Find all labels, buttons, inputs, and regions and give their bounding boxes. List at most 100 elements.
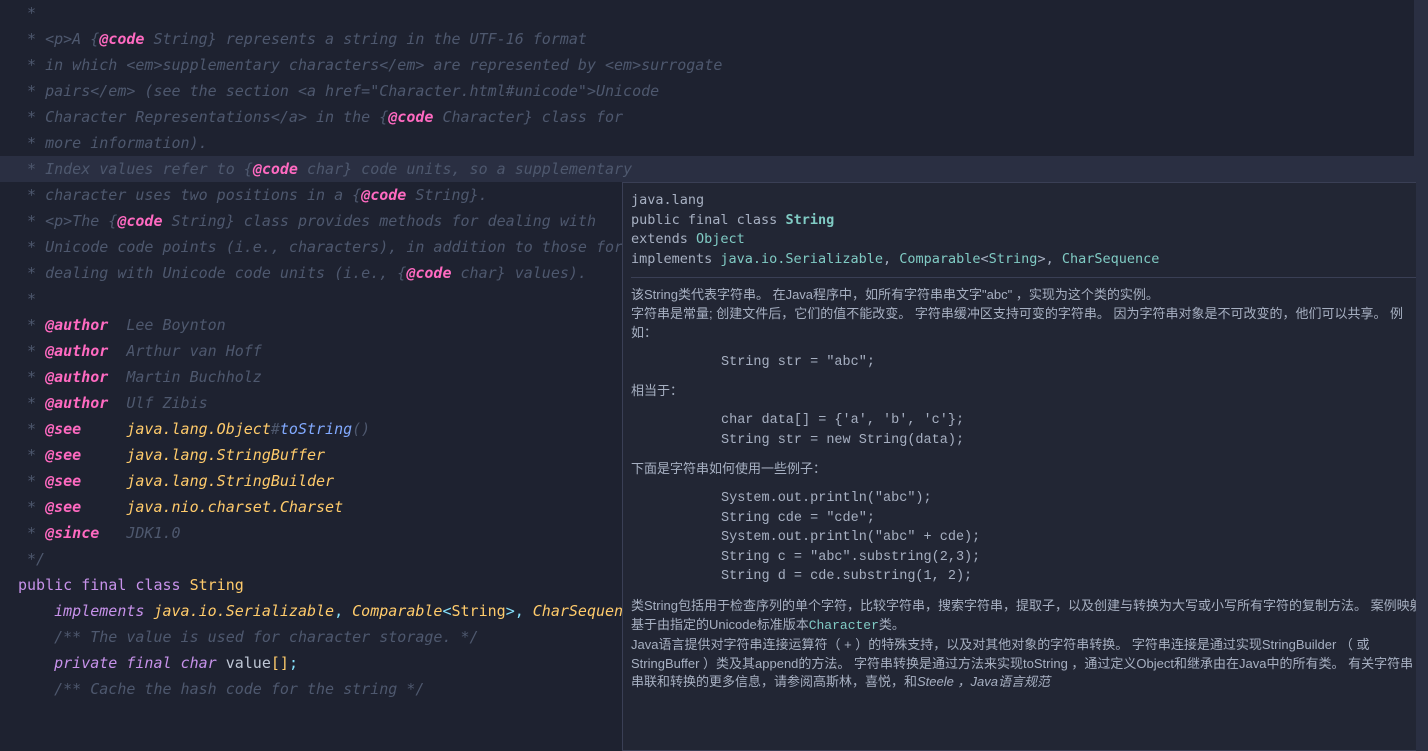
- javadoc-tag-see: @see: [45, 472, 81, 490]
- javadoc-line: *: [18, 394, 45, 412]
- angle-bracket: >: [1037, 251, 1045, 267]
- javadoc-line: *: [18, 446, 45, 464]
- semicolon: ;: [289, 654, 298, 672]
- doc-link-string[interactable]: String: [989, 251, 1038, 267]
- javadoc-tag-code: @code: [117, 212, 162, 230]
- author-name: Lee Boynton: [126, 316, 225, 334]
- javadoc-line: *: [18, 316, 45, 334]
- field-name: value: [226, 654, 271, 672]
- javadoc-tag-see: @see: [45, 420, 81, 438]
- javadoc-tag-code: @code: [253, 160, 298, 178]
- keyword-implements: implements: [54, 602, 144, 620]
- javadoc-line: /** Cache the hash code for the string *…: [54, 680, 424, 698]
- doc-link-charsequence[interactable]: CharSequence: [1062, 251, 1160, 267]
- doc-divider: [631, 277, 1425, 278]
- angle-bracket: <: [981, 251, 989, 267]
- doc-book-title: Steele ，Java语言规范: [917, 674, 1050, 689]
- comma: ,: [1046, 251, 1062, 267]
- doc-paragraph: 相当于：: [631, 382, 1425, 401]
- javadoc-line: * Index values refer to {: [18, 160, 253, 178]
- javadoc-tag-see: @see: [45, 446, 81, 464]
- javadoc-line: *: [18, 290, 36, 308]
- angle-bracket: >: [506, 602, 515, 620]
- doc-code-block: char data[] = {'a', 'b', 'c'}; String st…: [721, 411, 1425, 450]
- class-name: String: [190, 576, 244, 594]
- keyword-final: final: [126, 654, 171, 672]
- javadoc-line: String}.: [406, 186, 487, 204]
- javadoc-tag-author: @author: [45, 368, 108, 386]
- doc-link-character[interactable]: Character: [809, 618, 879, 633]
- current-line[interactable]: * Index values refer to {@code char} cod…: [0, 156, 1428, 182]
- doc-paragraph: 该String类代表字符串。 在Java程序中，如所有字符串串文字"abc" ，…: [631, 286, 1425, 305]
- javadoc-tag-see: @see: [45, 498, 81, 516]
- bracket: ]: [280, 654, 289, 672]
- popup-scrollbar[interactable]: [1416, 182, 1428, 751]
- doc-paragraph: 类String包括用于检查序列的单个字符，比较字符串，搜索字符串，提取子，以及创…: [631, 597, 1425, 636]
- comma: ,: [334, 602, 352, 620]
- javadoc-tag-author: @author: [45, 394, 108, 412]
- javadoc-line: * in which <em>supplementary characters<…: [18, 56, 722, 74]
- see-ref-class: java.nio.charset.Charset: [126, 498, 343, 516]
- javadoc-line: char} code units, so a supplementary: [298, 160, 632, 178]
- pad: [108, 342, 126, 360]
- javadoc-line: * pairs</em> (see the section <a href="C…: [18, 82, 659, 100]
- keyword-private: private: [54, 654, 117, 672]
- pad: [81, 472, 126, 490]
- see-ref-method: toString: [280, 420, 352, 438]
- javadoc-line: String} class provides methods for deali…: [163, 212, 596, 230]
- parens: (): [352, 420, 370, 438]
- doc-link-comparable[interactable]: Comparable: [899, 251, 980, 267]
- pad: [108, 316, 126, 334]
- javadoc-tag-since: @since: [45, 524, 99, 542]
- javadoc-end: */: [18, 550, 45, 568]
- pad: [108, 368, 126, 386]
- keyword-class: class: [135, 576, 180, 594]
- javadoc-line: * character uses two positions in a {: [18, 186, 361, 204]
- pad: [81, 446, 126, 464]
- javadoc-line: *: [18, 342, 45, 360]
- javadoc-tag-author: @author: [45, 316, 108, 334]
- angle-bracket: <: [442, 602, 451, 620]
- pad: [99, 524, 126, 542]
- javadoc-line: /** The value is used for character stor…: [54, 628, 478, 646]
- doc-body: 该String类代表字符串。 在Java程序中，如所有字符串串文字"abc" ，…: [631, 286, 1425, 692]
- hash: #: [271, 420, 280, 438]
- author-name: Martin Buchholz: [126, 368, 261, 386]
- keyword-final: final: [81, 576, 126, 594]
- pad: [81, 420, 126, 438]
- javadoc-line: *: [18, 420, 45, 438]
- javadoc-line: * <p>A {: [18, 30, 99, 48]
- pad: [108, 394, 126, 412]
- package-ref: java.io.: [153, 602, 225, 620]
- author-name: Arthur van Hoff: [126, 342, 261, 360]
- javadoc-line: char} values).: [451, 264, 586, 282]
- keyword-char: char: [181, 654, 217, 672]
- javadoc-line: Character} class for: [433, 108, 623, 126]
- doc-code-block: System.out.println("abc"); String cde = …: [721, 489, 1425, 587]
- javadoc-line: *: [18, 498, 45, 516]
- javadoc-line: *: [18, 368, 45, 386]
- documentation-popup[interactable]: java.lang public final class String exte…: [622, 182, 1428, 751]
- pad: [81, 498, 126, 516]
- comma: ,: [515, 602, 533, 620]
- javadoc-line: * Character Representations</a> in the {: [18, 108, 388, 126]
- javadoc-tag-code: @code: [388, 108, 433, 126]
- javadoc-line: * more information).: [18, 134, 208, 152]
- type-string: String: [452, 602, 506, 620]
- comma: ,: [883, 251, 899, 267]
- doc-link-serializable[interactable]: java.io.Serializable: [720, 251, 883, 267]
- doc-code-block: String str = "abc";: [721, 353, 1425, 373]
- javadoc-line: *: [18, 524, 45, 542]
- see-ref-class: java.lang.Object: [126, 420, 271, 438]
- javadoc-tag-code: @code: [406, 264, 451, 282]
- type-serializable: Serializable: [226, 602, 334, 620]
- see-ref-class: java.lang.StringBuffer: [126, 446, 325, 464]
- doc-paragraph: 下面是字符串如何使用一些例子：: [631, 460, 1425, 479]
- keyword-public: public: [18, 576, 72, 594]
- doc-extends-kw: extends: [631, 231, 696, 247]
- bracket: [: [271, 654, 280, 672]
- doc-link-object[interactable]: Object: [696, 231, 745, 247]
- doc-paragraph: Java语言提供对字符串连接运算符（ + ）的特殊支持，以及对其他对象的字符串转…: [631, 636, 1425, 693]
- doc-package: java.lang: [631, 191, 1425, 211]
- javadoc-line: String} represents a string in the UTF-1…: [144, 30, 587, 48]
